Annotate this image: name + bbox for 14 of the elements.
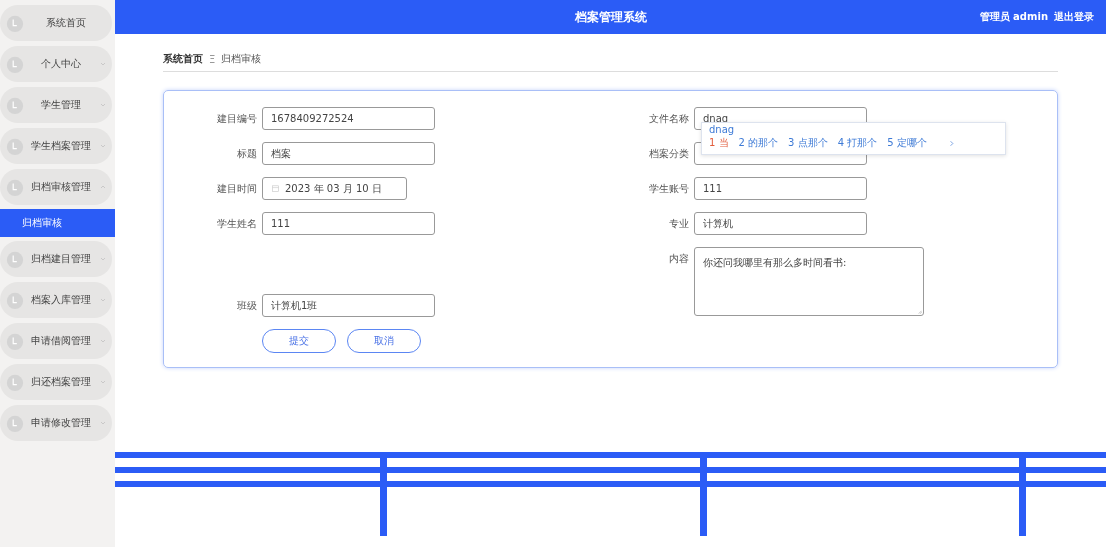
field-label: 学生账号 (648, 182, 690, 196)
field-label: 内容 (668, 252, 690, 266)
field-label: 学生姓名 (216, 217, 258, 231)
app-title: 档案管理系统 (574, 8, 647, 26)
breadcrumb-item: 归档审核 (221, 52, 262, 66)
field-label: 标题 (236, 147, 258, 161)
field-label: 档案分类 (648, 147, 690, 161)
user-label: 管理员 admin (979, 10, 1048, 24)
field-label: 文件名称 (648, 112, 690, 126)
field-label: 专业 (668, 217, 690, 231)
breadcrumb-separator: Ξ (209, 53, 216, 65)
field-label: 班级 (236, 299, 258, 313)
field-label: 建目时间 (216, 182, 258, 196)
field-label: 建目编号 (216, 112, 258, 126)
